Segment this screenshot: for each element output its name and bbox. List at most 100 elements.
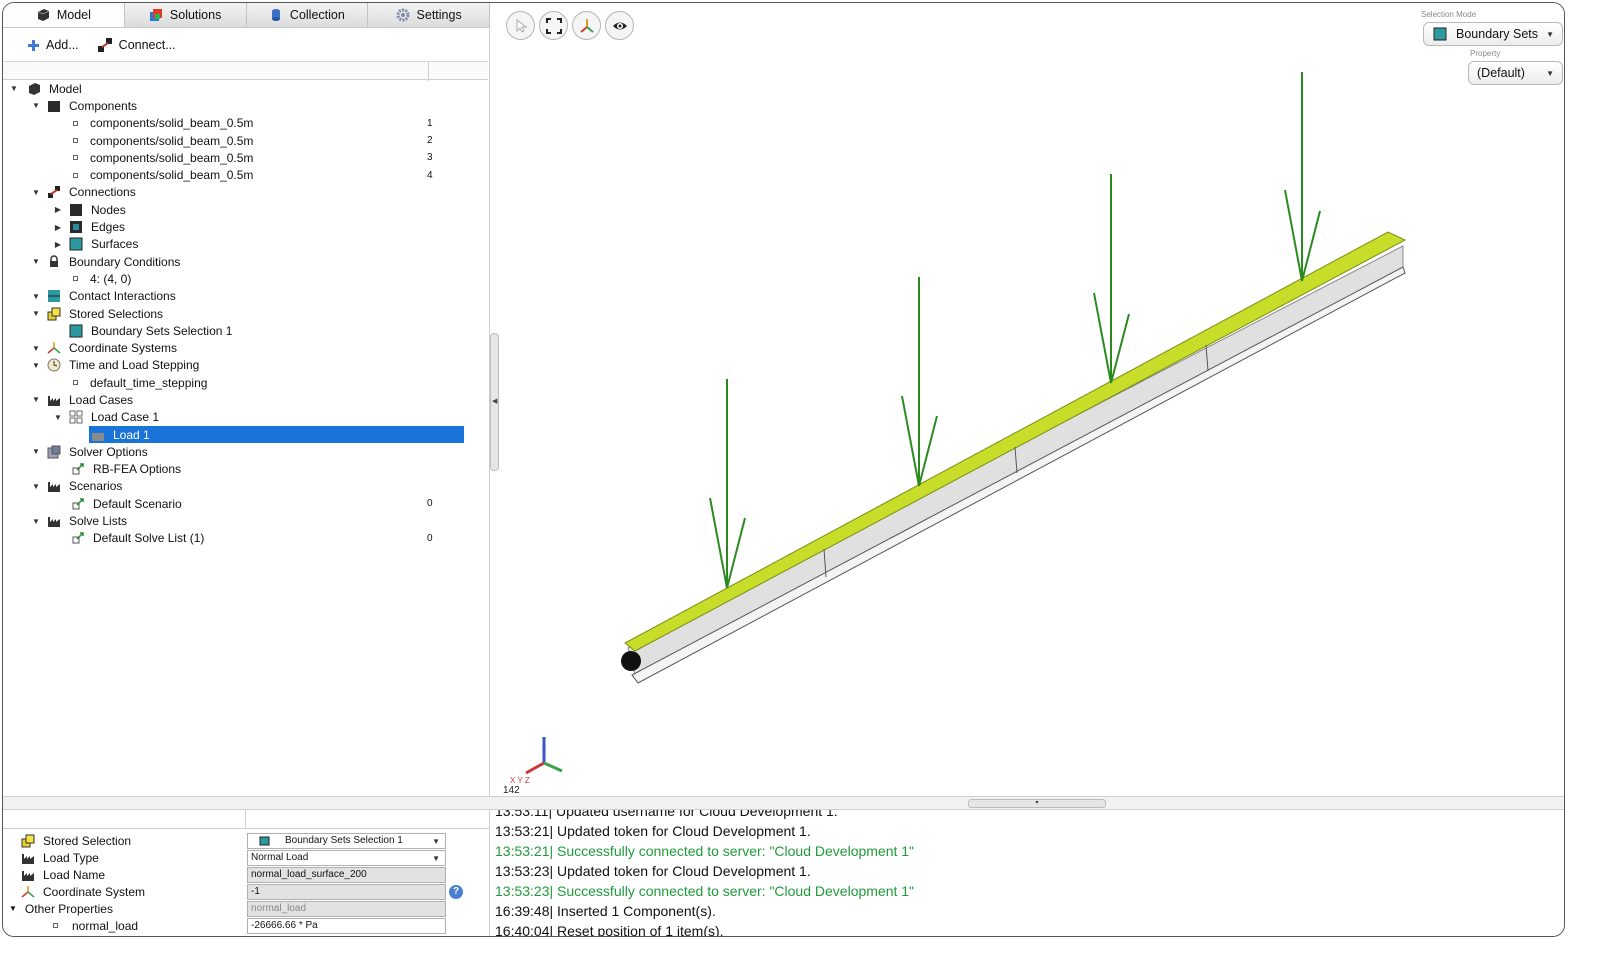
normal-load-field[interactable]: -26666.66 * Pa [247,917,446,934]
log-line: 13:53:23| Successfully connected to serv… [495,883,915,899]
factory-icon [48,517,60,528]
solutions-cube-icon [149,9,162,21]
expand-arrow-icon[interactable]: ▼ [31,187,41,197]
expand-arrow-icon[interactable]: ▼ [31,516,41,526]
collapse-arrow-icon[interactable]: ▶ [53,239,63,249]
tree-label: Time and Load Stepping [69,358,200,373]
leaf-bullet-icon [73,172,78,178]
collapse-panel-arrow-icon[interactable]: ◀ [492,397,497,405]
prop-row-coordinate-system: Coordinate System -1 ? [3,883,490,900]
expand-arrow-icon[interactable]: ▼ [31,481,41,491]
load-type-dropdown[interactable]: Normal Load ▼ [247,849,446,866]
tree-item-load-cases[interactable]: ▼ Load Cases [3,391,473,408]
expand-arrow-icon[interactable]: ▼ [31,309,41,319]
tree-label: Scenarios [69,479,123,494]
tree-item-default-scenario[interactable]: Default Scenario 0 [3,495,473,512]
stored-selection-icon [21,834,35,847]
tree-label: 4: (4, 0) [90,271,132,286]
tree-label: Model [49,81,82,96]
log-line: 13:53:21| Updated token for Cloud Develo… [495,823,811,839]
model-cube-icon [29,82,40,95]
tree-item-rb-fea-options[interactable]: RB-FEA Options [3,461,473,478]
tree-label: Load 1 [113,427,150,442]
collapse-arrow-icon[interactable]: ▶ [53,222,63,232]
tab-solutions[interactable]: Solutions [124,3,247,27]
expand-arrow-icon[interactable]: ▼ [31,257,41,267]
tree-item-component[interactable]: components/solid_beam_0.5m 1 [3,115,473,132]
boundary-condition-marker[interactable] [621,651,641,671]
beam-top-flange [624,231,1407,652]
properties-panel: Stored Selection Boundary Sets Selection… [3,810,490,936]
tree-item-boundary-conditions[interactable]: ▼ Boundary Conditions [3,253,473,270]
prop-value: normal_load [251,903,307,914]
tree-item-bc[interactable]: 4: (4, 0) [3,270,473,287]
expand-arrow-icon[interactable]: ▼ [31,447,41,457]
tree-item-component[interactable]: components/solid_beam_0.5m 4 [3,166,473,183]
log-line: 13:53:21| Successfully connected to serv… [495,843,915,859]
prop-row-normal-load: normal_load -26666.66 * Pa [3,917,490,934]
expand-arrow-icon[interactable]: ▼ [31,291,41,301]
tree-item-component[interactable]: components/solid_beam_0.5m 2 [3,132,473,149]
horizontal-splitter[interactable]: ▾ [3,796,1564,810]
tree-item-contact-interactions[interactable]: ▼ Contact Interactions [3,288,473,305]
tree-item-load-1[interactable]: Load 1 [3,425,473,443]
expand-arrow-icon[interactable]: ▼ [53,412,63,422]
tab-settings[interactable]: Settings [368,3,490,27]
tree-item-default-solve-list[interactable]: Default Solve List (1) 0 [3,530,473,547]
tree-item-load-case-1[interactable]: ▼ Load Case 1 [3,409,473,426]
tree-item-connections[interactable]: ▼ Connections [3,184,473,201]
expand-arrow-icon[interactable]: ▼ [31,360,41,370]
coordinate-system-field[interactable]: -1 [247,883,446,900]
leaf-bullet-icon [53,923,58,928]
add-button[interactable]: Add... [27,38,79,52]
solver-options-icon [47,445,61,459]
boundary-set-icon [69,324,83,338]
clock-icon [47,358,61,372]
tree-label: Edges [91,220,126,235]
stored-selection-dropdown[interactable]: Boundary Sets Selection 1 ▼ [247,832,446,849]
tab-model[interactable]: Model [3,3,125,27]
tree-item-stored-selections[interactable]: ▼ Stored Selections [3,305,473,322]
prop-value: -26666.66 * Pa [251,920,318,931]
3d-viewport[interactable]: Selection Mode Boundary Sets ▼ Property … [500,3,1565,796]
tree-item-solver-options[interactable]: ▼ Solver Options [3,443,473,460]
tab-collection[interactable]: Collection [246,3,369,27]
tree-item-time-stepping[interactable]: default_time_stepping [3,374,473,391]
tree-item-solve-lists[interactable]: ▼ Solve Lists [3,512,473,529]
tree-label: Boundary Sets Selection 1 [91,323,233,338]
model-panel: Model Solutions Collection Settings Add.… [3,3,490,796]
tree-item-components[interactable]: ▼ Components [3,97,473,114]
expand-arrow-icon[interactable]: ▼ [9,84,19,94]
expand-arrow-icon[interactable]: ▼ [9,904,17,913]
connect-button[interactable]: Connect... [97,37,176,53]
tree-label: Load Case 1 [91,410,160,425]
tree-label: RB-FEA Options [93,462,182,477]
expand-arrow-icon[interactable]: ▼ [31,343,41,353]
log-line: 16:40:04| Reset position of 1 item(s). [495,923,724,937]
tree-item-stored-selection[interactable]: Boundary Sets Selection 1 [3,322,473,339]
tree-item-surfaces[interactable]: ▶ Surfaces [3,236,473,253]
fps-counter: 142 [503,785,520,796]
tree-item-component[interactable]: components/solid_beam_0.5m 3 [3,149,473,166]
coordinate-axes-icon [21,885,35,898]
tree-item-time-load-stepping[interactable]: ▼ Time and Load Stepping [3,357,473,374]
factory-icon [22,853,34,864]
expand-arrow-icon[interactable]: ▼ [31,101,41,111]
beam-model-render[interactable] [500,3,1565,796]
tree-item-edges[interactable]: ▶ Edges [3,218,473,235]
expand-arrow-icon[interactable]: ▼ [31,395,41,405]
prop-row-stored-selection: Stored Selection Boundary Sets Selection… [3,832,490,849]
help-icon[interactable]: ? [449,884,463,899]
collapse-arrow-icon[interactable]: ▶ [53,205,63,215]
tab-collection-label: Collection [289,8,345,22]
load-name-field[interactable]: normal_load_surface_200 [247,866,446,883]
tree-item-scenarios[interactable]: ▼ Scenarios [3,478,473,495]
tree-item-nodes[interactable]: ▶ Nodes [3,201,473,218]
splitter-handle[interactable]: ▾ [968,799,1106,808]
message-log[interactable]: 13:53:11| Updated username for Cloud Dev… [490,810,1564,937]
log-line: 13:53:11| Updated username for Cloud Dev… [495,810,838,819]
tab-solutions-label: Solutions [169,8,222,22]
contact-icon [48,290,60,303]
tree-item-coordinate-systems[interactable]: ▼ Coordinate Systems [3,339,473,356]
tree-item-model[interactable]: ▼ Model [3,80,473,97]
